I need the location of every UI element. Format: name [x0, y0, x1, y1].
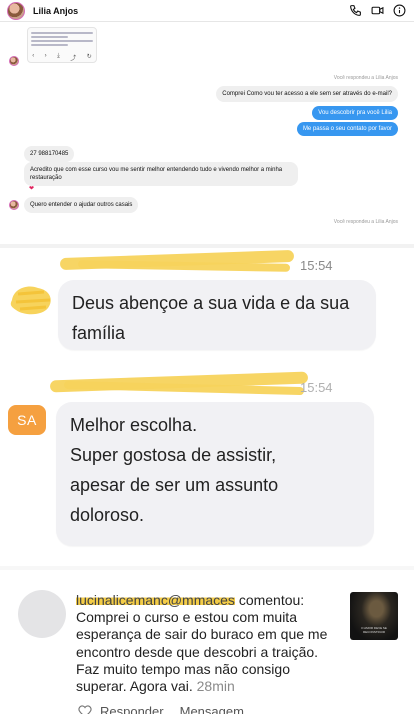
phone-icon[interactable] — [349, 4, 362, 17]
preview-line — [31, 40, 93, 42]
contact-name[interactable]: Lilia Anjos — [33, 6, 78, 16]
instagram-dm-thread: Lilia Anjos ‹ › ⤓ ⤴ ↻ Você respondeu a L… — [0, 0, 414, 250]
avatar-initials[interactable]: SA — [8, 405, 46, 435]
post-thumbnail[interactable]: O AMOR DEVE SE RECONSTRUIR — [350, 592, 398, 640]
reply-meta: Você respondeu a Lilia Anjos — [333, 75, 398, 81]
reply-button[interactable]: Responder — [100, 704, 164, 714]
message-line: Super gostosa de assistir, — [70, 445, 277, 465]
message-bubble-outgoing: Me passa o seu contato por favor — [296, 122, 398, 136]
chat-comments: 15:54 Deus abençoe a sua vida e da sua f… — [0, 248, 414, 568]
message-line: Melhor escolha. — [70, 415, 198, 435]
notification-actions: Responder Mensagem — [100, 704, 244, 714]
message-bubble: Deus abençoe a sua vida e da sua família — [58, 280, 376, 350]
preview-line — [31, 32, 93, 34]
info-icon[interactable] — [393, 4, 406, 17]
contact-avatar-small — [9, 200, 19, 210]
screenshot-collage: Lilia Anjos ‹ › ⤓ ⤴ ↻ Você respondeu a L… — [0, 0, 414, 714]
refresh-icon[interactable]: ↻ — [87, 53, 92, 62]
next-icon[interactable]: › — [45, 53, 47, 62]
prev-icon[interactable]: ‹ — [32, 53, 34, 62]
commenter-username[interactable]: lucinalicemanc@mmaces — [76, 592, 235, 608]
video-call-icon[interactable] — [371, 4, 384, 17]
message-button[interactable]: Mensagem — [180, 704, 244, 714]
preview-line — [31, 44, 69, 46]
download-icon[interactable]: ⤓ — [57, 53, 60, 62]
comment-notification[interactable]: lucinalicemanc@mmaces comentou: Comprei … — [0, 570, 414, 714]
preview-line — [31, 36, 69, 38]
shared-post-actions: ‹ › ⤓ ⤴ ↻ — [27, 53, 97, 62]
notification-action: comentou: — [234, 592, 305, 608]
share-icon[interactable]: ⤴ — [70, 53, 76, 62]
reply-meta: Você respondeu a Lilia Anjos — [333, 219, 398, 225]
comment-time: 28min — [196, 678, 235, 695]
like-heart-icon[interactable] — [78, 704, 92, 714]
contact-avatar-small — [9, 56, 19, 66]
message-line: doloroso. — [70, 505, 145, 525]
notification-text: lucinalicemanc@mmaces comentou: Comprei … — [76, 592, 338, 695]
message-bubble: Melhor escolha. Super gostosa de assisti… — [56, 402, 374, 546]
message-time: 15:54 — [300, 380, 333, 395]
commenter-avatar[interactable] — [18, 590, 66, 638]
message-bubble-outgoing: Vou descobrir pra você Lilia — [312, 106, 398, 120]
message-bubble-incoming: Acredito que com esse curso vou me senti… — [24, 162, 298, 187]
message-line: apesar de ser um assunto — [70, 475, 279, 495]
message-bubble-incoming: Quero entender o ajudar outros casais — [24, 197, 139, 214]
message-bubble-outgoing-gray: Comprei Como vou ter acesso a ele sem se… — [216, 86, 398, 103]
dm-header: Lilia Anjos — [0, 0, 414, 22]
message-time: 15:54 — [300, 258, 333, 273]
redacted-avatar-icon — [10, 286, 51, 315]
heart-reaction-icon: ❤ — [29, 186, 35, 192]
contact-avatar[interactable] — [7, 1, 25, 20]
thumbnail-caption: O AMOR DEVE SE RECONSTRUIR — [361, 626, 387, 634]
dm-header-actions — [349, 4, 406, 17]
message-bubble-incoming-phone: 27 988170485 — [24, 146, 75, 163]
